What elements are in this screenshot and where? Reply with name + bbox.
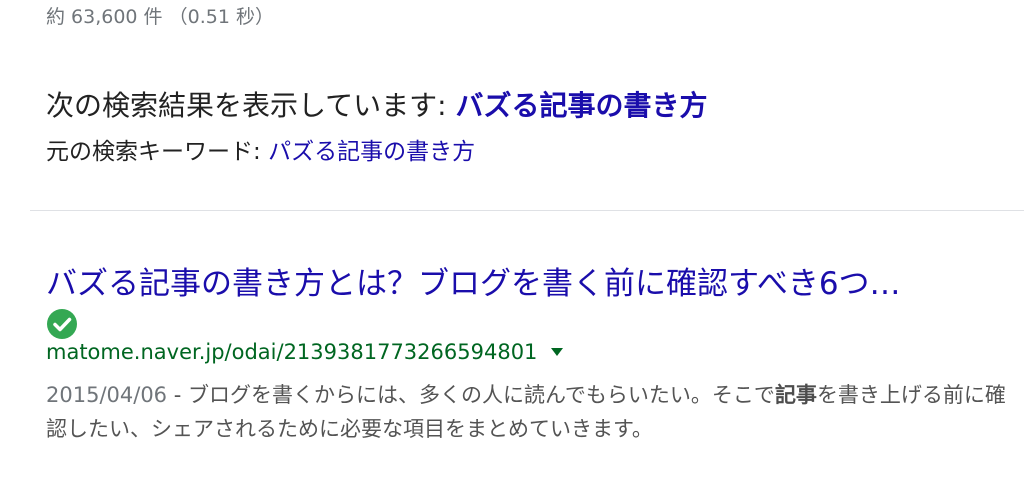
corrected-query-link[interactable]: バズる記事の書き方	[456, 89, 708, 122]
original-query-line: 元の検索キーワード: パズる記事の書き方	[46, 132, 475, 166]
result-date: 2015/04/06	[46, 383, 168, 407]
divider	[30, 210, 1024, 211]
showing-prefix: 次の検索結果を表示しています:	[46, 89, 456, 122]
search-results-page: 約 63,600 件 （0.51 秒） 次の検索結果を表示しています: バズる記…	[0, 0, 1024, 480]
snippet-highlight: 記事	[774, 383, 817, 407]
original-prefix: 元の検索キーワード:	[46, 139, 269, 165]
check-circle-icon	[47, 309, 77, 339]
result-title-link[interactable]: バズる記事の書き方とは？ブログを書く前に確認すべき6つ…	[46, 258, 996, 303]
result-snippet: 2015/04/06 - ブログを書くからには、多くの人に読んでもらいたい。そこ…	[46, 378, 1016, 446]
original-query-link[interactable]: パズる記事の書き方	[268, 139, 475, 165]
result-url-row: matome.naver.jp/odai/2139381773266594801	[46, 340, 564, 364]
result-url[interactable]: matome.naver.jp/odai/2139381773266594801	[46, 340, 537, 364]
snippet-text-1: - ブログを書くからには、多くの人に読んでもらいたい。そこで	[167, 383, 775, 407]
result-stats: 約 63,600 件 （0.51 秒）	[46, 6, 274, 28]
dropdown-arrow-icon[interactable]	[551, 348, 564, 356]
showing-results-for: 次の検索結果を表示しています: バズる記事の書き方	[46, 84, 708, 124]
